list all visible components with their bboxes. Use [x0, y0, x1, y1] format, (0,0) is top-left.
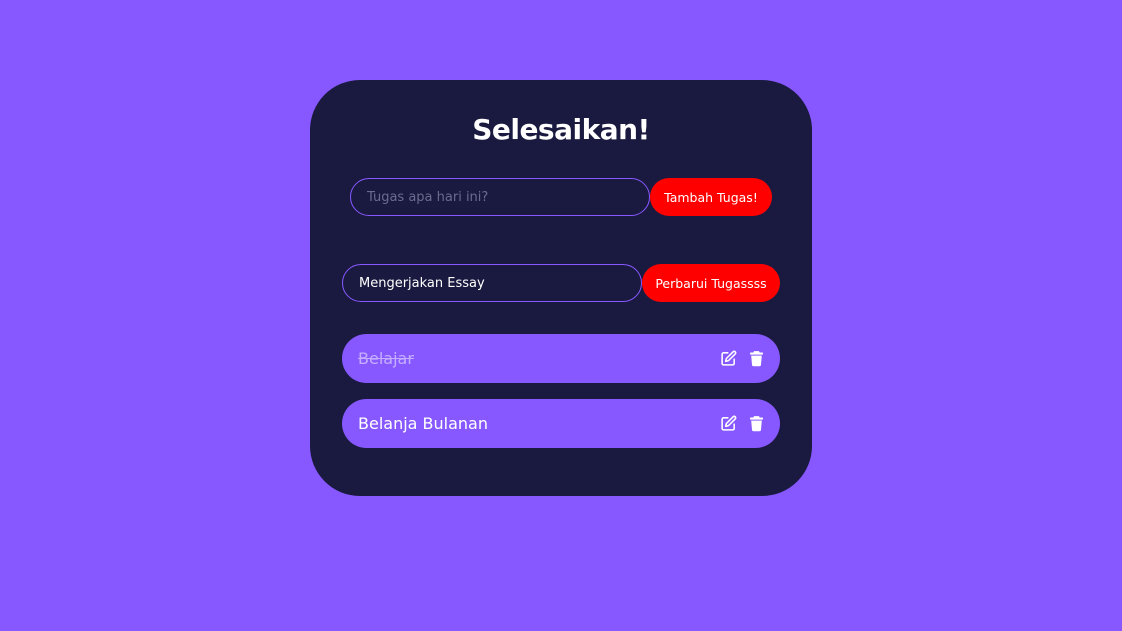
todo-item-actions: [720, 415, 765, 432]
new-task-input[interactable]: [350, 178, 650, 216]
todo-item: Belajar: [342, 334, 780, 383]
todo-item-label[interactable]: Belajar: [358, 349, 414, 368]
pen-to-square-icon[interactable]: [720, 415, 737, 432]
todo-card: Selesaikan! Tambah Tugas! Perbarui Tugas…: [310, 80, 812, 496]
todo-item: Belanja Bulanan: [342, 399, 780, 448]
add-task-button[interactable]: Tambah Tugas!: [650, 178, 772, 216]
pen-to-square-icon[interactable]: [720, 350, 737, 367]
edit-task-input[interactable]: [342, 264, 642, 302]
todo-item-label[interactable]: Belanja Bulanan: [358, 414, 488, 433]
trash-icon[interactable]: [748, 415, 765, 432]
todo-item-actions: [720, 350, 765, 367]
page-title: Selesaikan!: [472, 113, 650, 146]
update-task-button[interactable]: Perbarui Tugassss: [642, 264, 780, 302]
trash-icon[interactable]: [748, 350, 765, 367]
